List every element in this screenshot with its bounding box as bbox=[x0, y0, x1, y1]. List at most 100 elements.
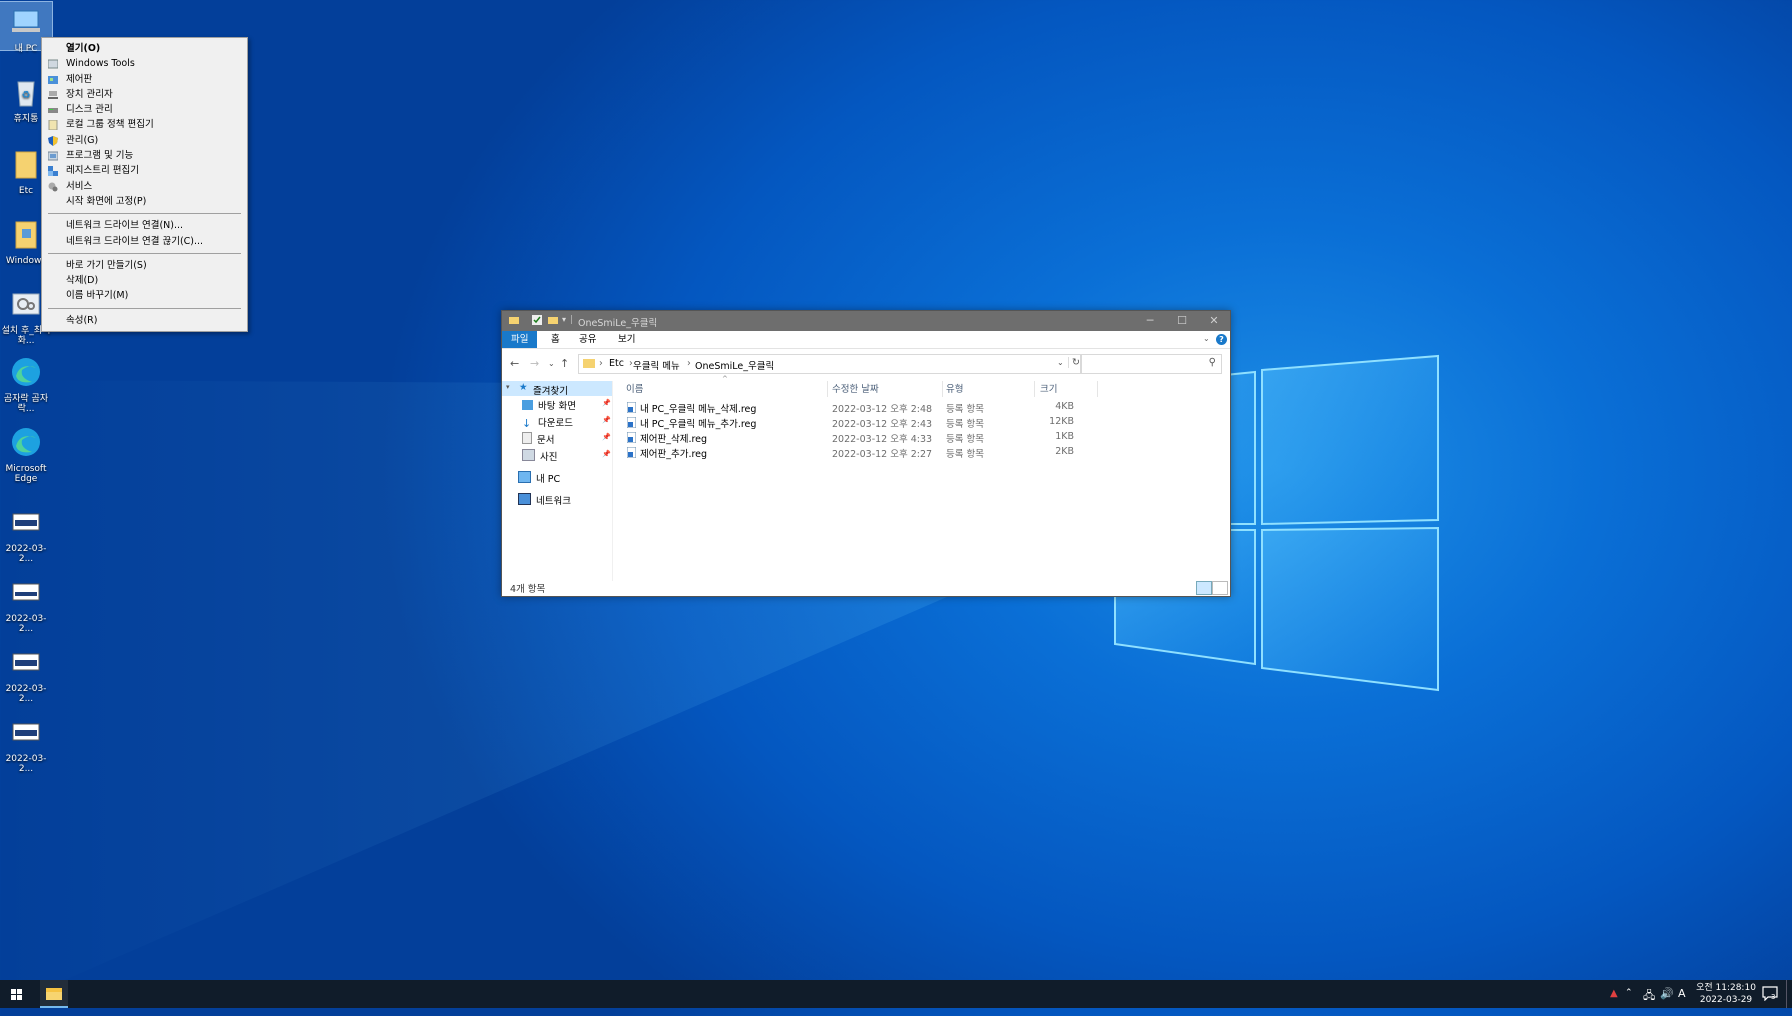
menu-item-label: 디스크 관리 bbox=[66, 104, 113, 116]
column-header-name[interactable]: 이름 bbox=[626, 381, 643, 397]
pictures-icon bbox=[522, 449, 535, 461]
file-row[interactable]: 제어판_삭제.reg 2022-03-12 오후 4:33 등록 항목 1KB bbox=[624, 430, 1224, 445]
menu-item-manage[interactable]: 관리(G) bbox=[42, 133, 247, 148]
chevron-right-icon: › bbox=[599, 358, 603, 369]
menu-item-windows-tools[interactable]: Windows Tools bbox=[42, 56, 247, 71]
menu-item-disconnect-network-drive[interactable]: 네트워크 드라이브 연결 끊기(C)... bbox=[42, 234, 247, 249]
column-separator[interactable] bbox=[1034, 381, 1035, 397]
details-view-button[interactable] bbox=[1196, 581, 1212, 595]
menu-item-device-manager[interactable]: 장치 관리자 bbox=[42, 87, 247, 102]
tab-file[interactable]: 파일 bbox=[502, 331, 538, 348]
notification-center-button[interactable]: 3 bbox=[1762, 985, 1778, 1002]
menu-item-create-shortcut[interactable]: 바로 가기 만들기(S) bbox=[42, 258, 247, 273]
menu-item-services[interactable]: 서비스 bbox=[42, 179, 247, 194]
maximize-button[interactable]: ☐ bbox=[1166, 311, 1198, 331]
pane-divider[interactable] bbox=[612, 381, 613, 581]
nav-this-pc[interactable]: 내 PC bbox=[518, 471, 560, 485]
taskbar-file-explorer-button[interactable] bbox=[40, 980, 68, 1008]
desktop-icon-microsoft-edge[interactable]: Microsoft Edge bbox=[0, 426, 52, 484]
volume-icon[interactable]: 🔊 bbox=[1660, 987, 1674, 1015]
file-type: 등록 항목 bbox=[946, 449, 984, 460]
star-icon: ★ bbox=[519, 382, 528, 393]
desktop-icon-screenshot-4[interactable]: 2022-03-2... bbox=[0, 716, 52, 774]
nav-network[interactable]: 네트워크 bbox=[518, 493, 571, 507]
up-button[interactable]: ↑ bbox=[560, 357, 569, 370]
recent-locations-icon[interactable]: ⌄ bbox=[548, 359, 555, 368]
file-row[interactable]: 제어판_추가.reg 2022-03-12 오후 2:27 등록 항목 2KB bbox=[624, 445, 1224, 460]
close-button[interactable]: ✕ bbox=[1198, 311, 1230, 331]
registry-file-icon bbox=[627, 402, 636, 413]
properties-icon[interactable] bbox=[532, 315, 542, 325]
help-icon[interactable]: ? bbox=[1216, 334, 1227, 345]
start-button[interactable] bbox=[0, 980, 33, 1008]
menu-item-control-panel[interactable]: 제어판 bbox=[42, 72, 247, 87]
desktop-icon-screenshot-1[interactable]: 2022-03-2... bbox=[0, 506, 52, 564]
menu-item-delete[interactable]: 삭제(D) bbox=[42, 273, 247, 288]
refresh-icon[interactable]: ↻ bbox=[1068, 357, 1080, 368]
column-header-size[interactable]: 크기 bbox=[1040, 381, 1057, 397]
search-box[interactable]: ⚲ bbox=[1080, 354, 1222, 374]
ime-indicator[interactable]: A bbox=[1678, 987, 1686, 1015]
clock[interactable]: 오전 11:28:10 2022-03-29 bbox=[1690, 982, 1762, 1006]
file-row[interactable]: 내 PC_우클릭 메뉴_삭제.reg 2022-03-12 오후 2:48 등록… bbox=[624, 400, 1224, 415]
folder-icon bbox=[15, 221, 37, 249]
menu-item-map-network-drive[interactable]: 네트워크 드라이브 연결(N)... bbox=[42, 218, 247, 233]
desktop-icon-screenshot-3[interactable]: 2022-03-2... bbox=[0, 646, 52, 704]
menu-item-programs-features[interactable]: 프로그램 및 기능 bbox=[42, 148, 247, 163]
menu-item-properties[interactable]: 속성(R) bbox=[42, 313, 247, 328]
nav-desktop[interactable]: 바탕 화면 bbox=[522, 398, 576, 412]
column-separator[interactable] bbox=[827, 381, 828, 397]
computer-icon bbox=[518, 471, 531, 483]
file-row[interactable]: 내 PC_우클릭 메뉴_추가.reg 2022-03-12 오후 2:43 등록… bbox=[624, 415, 1224, 430]
edge-icon bbox=[12, 428, 40, 456]
minimize-button[interactable]: ─ bbox=[1134, 311, 1166, 331]
file-size: 12KB bbox=[1049, 416, 1074, 427]
breadcrumb-context-menu[interactable]: 우클릭 메뉴 bbox=[633, 358, 680, 372]
column-header-date[interactable]: 수정한 날짜 bbox=[832, 381, 879, 397]
tab-home[interactable]: 홈 bbox=[542, 331, 569, 348]
file-date: 2022-03-12 오후 2:43 bbox=[832, 419, 933, 430]
menu-item-pin-to-start[interactable]: 시작 화면에 고정(P) bbox=[42, 194, 247, 209]
tray-alert-icon[interactable]: ▲ bbox=[1610, 988, 1618, 1016]
show-desktop-button[interactable] bbox=[1786, 980, 1792, 1008]
nav-downloads[interactable]: ↓ 다운로드 bbox=[522, 415, 573, 429]
file-name: 내 PC_우클릭 메뉴_추가.reg bbox=[640, 419, 757, 430]
column-separator[interactable] bbox=[1097, 381, 1098, 397]
tab-view[interactable]: 보기 bbox=[609, 331, 644, 348]
new-folder-icon[interactable] bbox=[548, 315, 558, 325]
clock-time: 오전 11:28:10 bbox=[1696, 983, 1756, 993]
tab-share[interactable]: 공유 bbox=[570, 331, 605, 348]
nav-documents[interactable]: 문서 bbox=[522, 432, 554, 446]
desktop-icon-edge-shortcut[interactable]: 곰자락 곰자락... bbox=[0, 356, 52, 414]
menu-item-disk-management[interactable]: 디스크 관리 bbox=[42, 102, 247, 117]
network-icon[interactable]: 🖧 bbox=[1643, 987, 1655, 1015]
expand-arrow-icon[interactable]: ▾ bbox=[506, 383, 510, 391]
menu-item-registry-editor[interactable]: 레지스트리 편집기 bbox=[42, 163, 247, 178]
menu-item-open[interactable]: 열기(O) bbox=[42, 41, 247, 56]
nav-quick-access[interactable]: ▾ ★ 즐겨찾기 bbox=[502, 381, 612, 397]
column-header-type[interactable]: 유형 bbox=[946, 381, 963, 397]
image-file-icon bbox=[12, 583, 40, 601]
breadcrumb-etc[interactable]: Etc bbox=[609, 358, 624, 369]
desktop-icon bbox=[522, 400, 533, 410]
column-separator[interactable] bbox=[942, 381, 943, 397]
address-bar[interactable]: › Etc › 우클릭 메뉴 › OneSmiLe_우클릭 ⌄ ↻ bbox=[578, 354, 1082, 374]
group-policy-icon bbox=[48, 120, 58, 131]
desktop-icon-screenshot-2[interactable]: 2022-03-2... bbox=[0, 576, 52, 634]
back-button[interactable]: ← bbox=[510, 357, 519, 370]
menu-item-rename[interactable]: 이름 바꾸기(M) bbox=[42, 288, 247, 303]
large-icons-view-button[interactable] bbox=[1212, 581, 1228, 595]
expand-ribbon-icon[interactable]: ⌄ bbox=[1203, 334, 1210, 343]
forward-button[interactable]: → bbox=[530, 357, 539, 370]
registry-icon bbox=[48, 166, 58, 177]
file-name: 제어판_삭제.reg bbox=[640, 434, 708, 445]
title-bar[interactable]: ▾ | OneSmiLe_우클릭 ─ ☐ ✕ bbox=[502, 311, 1230, 331]
address-dropdown-icon[interactable]: ⌄ bbox=[1057, 358, 1064, 367]
pin-icon: 📌 bbox=[602, 450, 611, 458]
show-hidden-icons-icon[interactable]: ⌃ bbox=[1625, 988, 1633, 1016]
breadcrumb-onesmile[interactable]: OneSmiLe_우클릭 bbox=[695, 358, 774, 372]
menu-item-group-policy[interactable]: 로컬 그룹 정책 편집기 bbox=[42, 117, 247, 132]
menu-item-label: 시작 화면에 고정(P) bbox=[66, 195, 147, 207]
menu-item-label: 속성(R) bbox=[66, 314, 98, 326]
nav-pictures[interactable]: 사진 bbox=[522, 449, 557, 463]
